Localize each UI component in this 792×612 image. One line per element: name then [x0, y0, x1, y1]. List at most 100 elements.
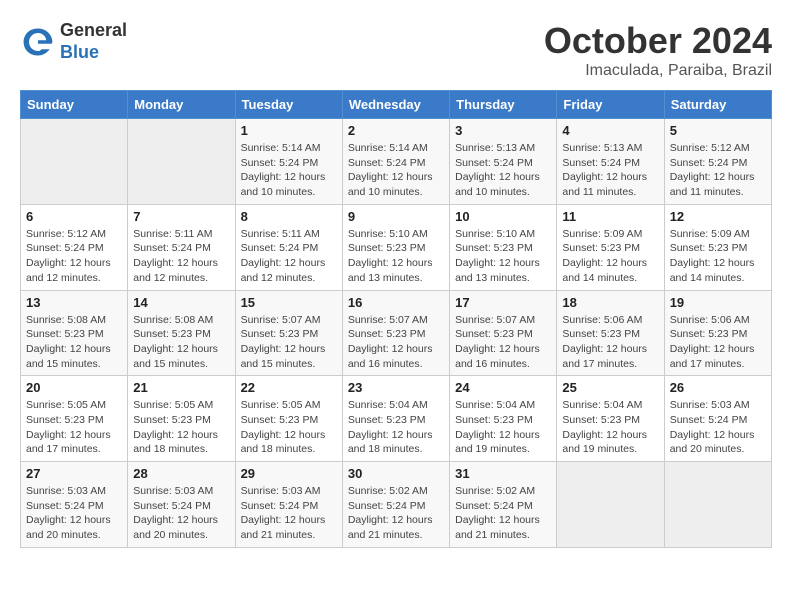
day-info: Sunrise: 5:06 AMSunset: 5:23 PMDaylight:…: [670, 313, 766, 372]
day-cell: 2 Sunrise: 5:14 AMSunset: 5:24 PMDaylight…: [342, 119, 449, 205]
day-cell: 10Sunrise: 5:10 AMSunset: 5:23 PMDayligh…: [450, 204, 557, 290]
day-number: 11: [562, 209, 658, 224]
day-number: 13: [26, 295, 122, 310]
day-info: Sunrise: 5:03 AMSunset: 5:24 PMDaylight:…: [26, 484, 122, 543]
day-info: Sunrise: 5:05 AMSunset: 5:23 PMDaylight:…: [241, 398, 337, 457]
day-cell: 31 Sunrise: 5:02 AMSunset: 5:24 PMDayligh…: [450, 462, 557, 548]
day-info: Sunrise: 5:11 AMSunset: 5:24 PMDaylight:…: [241, 227, 337, 286]
day-info: Sunrise: 5:02 AMSunset: 5:24 PMDaylight:…: [348, 484, 444, 543]
day-cell: 6 Sunrise: 5:12 AMSunset: 5:24 PMDaylight…: [21, 204, 128, 290]
day-info: Sunrise: 5:07 AMSunset: 5:23 PMDaylight:…: [241, 313, 337, 372]
day-cell: 18 Sunrise: 5:06 AMSunset: 5:23 PMDayligh…: [557, 290, 664, 376]
day-info: Sunrise: 5:13 AMSunset: 5:24 PMDaylight:…: [455, 141, 551, 200]
day-cell: 13 Sunrise: 5:08 AMSunset: 5:23 PMDayligh…: [21, 290, 128, 376]
title-block: October 2024 Imaculada, Paraiba, Brazil: [544, 20, 772, 80]
day-info: Sunrise: 5:12 AMSunset: 5:24 PMDaylight:…: [26, 227, 122, 286]
day-cell: 29Sunrise: 5:03 AMSunset: 5:24 PMDayligh…: [235, 462, 342, 548]
logo-icon: [20, 24, 56, 60]
weekday-header-tuesday: Tuesday: [235, 91, 342, 119]
page-header: General Blue October 2024 Imaculada, Par…: [20, 20, 772, 80]
day-number: 7: [133, 209, 229, 224]
day-number: 12: [670, 209, 766, 224]
day-info: Sunrise: 5:14 AMSunset: 5:24 PMDaylight:…: [348, 141, 444, 200]
weekday-header-saturday: Saturday: [664, 91, 771, 119]
day-cell: 1 Sunrise: 5:14 AMSunset: 5:24 PMDaylight…: [235, 119, 342, 205]
day-number: 27: [26, 466, 122, 481]
day-number: 19: [670, 295, 766, 310]
day-number: 30: [348, 466, 444, 481]
day-cell: 30 Sunrise: 5:02 AMSunset: 5:24 PMDayligh…: [342, 462, 449, 548]
day-number: 24: [455, 380, 551, 395]
day-cell: 3 Sunrise: 5:13 AMSunset: 5:24 PMDaylight…: [450, 119, 557, 205]
day-cell: [664, 462, 771, 548]
day-info: Sunrise: 5:12 AMSunset: 5:24 PMDaylight:…: [670, 141, 766, 200]
day-number: 15: [241, 295, 337, 310]
day-cell: [557, 462, 664, 548]
day-cell: 16 Sunrise: 5:07 AMSunset: 5:23 PMDayligh…: [342, 290, 449, 376]
day-info: Sunrise: 5:07 AMSunset: 5:23 PMDaylight:…: [455, 313, 551, 372]
day-number: 18: [562, 295, 658, 310]
location: Imaculada, Paraiba, Brazil: [544, 62, 772, 80]
day-number: 20: [26, 380, 122, 395]
day-cell: 8 Sunrise: 5:11 AMSunset: 5:24 PMDaylight…: [235, 204, 342, 290]
day-cell: 5 Sunrise: 5:12 AMSunset: 5:24 PMDaylight…: [664, 119, 771, 205]
day-cell: [21, 119, 128, 205]
day-info: Sunrise: 5:09 AMSunset: 5:23 PMDaylight:…: [562, 227, 658, 286]
day-number: 29: [241, 466, 337, 481]
weekday-header-friday: Friday: [557, 91, 664, 119]
day-info: Sunrise: 5:04 AMSunset: 5:23 PMDaylight:…: [348, 398, 444, 457]
day-number: 26: [670, 380, 766, 395]
day-number: 17: [455, 295, 551, 310]
day-number: 25: [562, 380, 658, 395]
day-info: Sunrise: 5:06 AMSunset: 5:23 PMDaylight:…: [562, 313, 658, 372]
day-cell: 11 Sunrise: 5:09 AMSunset: 5:23 PMDayligh…: [557, 204, 664, 290]
day-number: 1: [241, 123, 337, 138]
day-info: Sunrise: 5:05 AMSunset: 5:23 PMDaylight:…: [133, 398, 229, 457]
day-cell: 26Sunrise: 5:03 AMSunset: 5:24 PMDayligh…: [664, 376, 771, 462]
day-info: Sunrise: 5:10 AMSunset: 5:23 PMDaylight:…: [348, 227, 444, 286]
day-info: Sunrise: 5:07 AMSunset: 5:23 PMDaylight:…: [348, 313, 444, 372]
day-cell: 7 Sunrise: 5:11 AMSunset: 5:24 PMDaylight…: [128, 204, 235, 290]
day-cell: 14 Sunrise: 5:08 AMSunset: 5:23 PMDayligh…: [128, 290, 235, 376]
day-info: Sunrise: 5:05 AMSunset: 5:23 PMDaylight:…: [26, 398, 122, 457]
day-number: 5: [670, 123, 766, 138]
day-number: 10: [455, 209, 551, 224]
day-cell: 22 Sunrise: 5:05 AMSunset: 5:23 PMDayligh…: [235, 376, 342, 462]
day-number: 23: [348, 380, 444, 395]
day-number: 22: [241, 380, 337, 395]
week-row-3: 13 Sunrise: 5:08 AMSunset: 5:23 PMDayligh…: [21, 290, 772, 376]
week-row-1: 1 Sunrise: 5:14 AMSunset: 5:24 PMDaylight…: [21, 119, 772, 205]
day-cell: 17 Sunrise: 5:07 AMSunset: 5:23 PMDayligh…: [450, 290, 557, 376]
day-number: 9: [348, 209, 444, 224]
day-number: 14: [133, 295, 229, 310]
logo-blue-text: Blue: [60, 42, 99, 62]
day-number: 3: [455, 123, 551, 138]
day-cell: 28Sunrise: 5:03 AMSunset: 5:24 PMDayligh…: [128, 462, 235, 548]
day-number: 16: [348, 295, 444, 310]
day-cell: 27 Sunrise: 5:03 AMSunset: 5:24 PMDayligh…: [21, 462, 128, 548]
day-number: 2: [348, 123, 444, 138]
week-row-5: 27 Sunrise: 5:03 AMSunset: 5:24 PMDayligh…: [21, 462, 772, 548]
week-row-4: 20 Sunrise: 5:05 AMSunset: 5:23 PMDayligh…: [21, 376, 772, 462]
day-cell: 24Sunrise: 5:04 AMSunset: 5:23 PMDayligh…: [450, 376, 557, 462]
day-info: Sunrise: 5:04 AMSunset: 5:23 PMDaylight:…: [562, 398, 658, 457]
day-number: 6: [26, 209, 122, 224]
day-info: Sunrise: 5:11 AMSunset: 5:24 PMDaylight:…: [133, 227, 229, 286]
day-number: 31: [455, 466, 551, 481]
month-title: October 2024: [544, 20, 772, 62]
day-cell: 21Sunrise: 5:05 AMSunset: 5:23 PMDayligh…: [128, 376, 235, 462]
day-number: 4: [562, 123, 658, 138]
day-cell: 4Sunrise: 5:13 AMSunset: 5:24 PMDaylight…: [557, 119, 664, 205]
day-info: Sunrise: 5:08 AMSunset: 5:23 PMDaylight:…: [26, 313, 122, 372]
day-number: 8: [241, 209, 337, 224]
weekday-header-thursday: Thursday: [450, 91, 557, 119]
day-info: Sunrise: 5:02 AMSunset: 5:24 PMDaylight:…: [455, 484, 551, 543]
day-info: Sunrise: 5:14 AMSunset: 5:24 PMDaylight:…: [241, 141, 337, 200]
day-cell: 23 Sunrise: 5:04 AMSunset: 5:23 PMDayligh…: [342, 376, 449, 462]
day-info: Sunrise: 5:08 AMSunset: 5:23 PMDaylight:…: [133, 313, 229, 372]
weekday-header-monday: Monday: [128, 91, 235, 119]
weekday-header-row: SundayMondayTuesdayWednesdayThursdayFrid…: [21, 91, 772, 119]
day-cell: 20 Sunrise: 5:05 AMSunset: 5:23 PMDayligh…: [21, 376, 128, 462]
week-row-2: 6 Sunrise: 5:12 AMSunset: 5:24 PMDaylight…: [21, 204, 772, 290]
day-cell: [128, 119, 235, 205]
